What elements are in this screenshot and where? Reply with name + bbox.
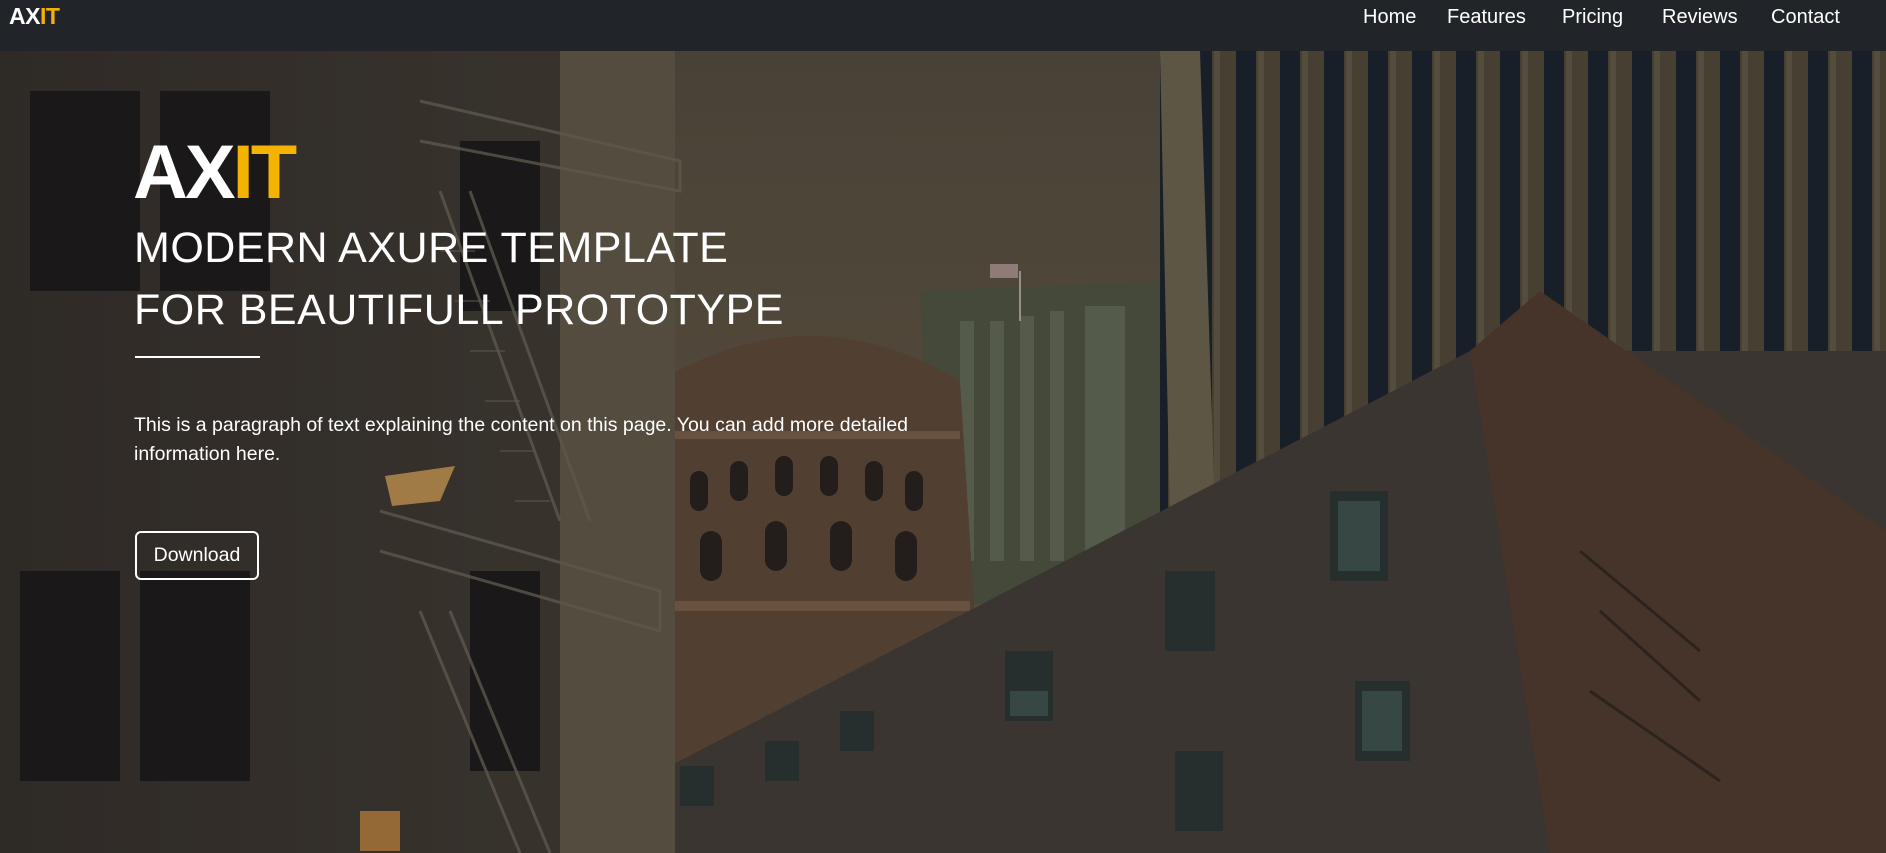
hero-logo-heading: AXIT [133, 135, 297, 211]
hero-logo-prefix: AX [133, 130, 236, 215]
hero-divider [135, 356, 260, 358]
nav-link-home[interactable]: Home [1363, 6, 1416, 29]
top-navbar: AXIT Home Features Pricing Reviews Conta… [0, 0, 1886, 51]
hero-section: AXIT MODERN AXURE TEMPLATE FOR BEAUTIFUL… [0, 51, 1886, 853]
nav-link-features[interactable]: Features [1447, 6, 1526, 29]
brand-prefix: AX [9, 3, 40, 29]
hero-logo-highlight: IT [232, 130, 298, 215]
hero-paragraph: This is a paragraph of text explaining t… [134, 414, 909, 465]
brand-highlight: IT [39, 3, 60, 29]
download-button[interactable]: Download [135, 531, 259, 580]
hero-subtitle-line-2: FOR BEAUTIFULL PROTOTYPE [134, 286, 784, 334]
hero-subtitle-line-1: MODERN AXURE TEMPLATE [134, 224, 729, 272]
navbar-brand-logo[interactable]: AXIT [9, 3, 60, 30]
nav-link-reviews[interactable]: Reviews [1662, 6, 1738, 29]
nav-link-contact[interactable]: Contact [1771, 6, 1840, 29]
nav-link-pricing[interactable]: Pricing [1562, 6, 1623, 29]
